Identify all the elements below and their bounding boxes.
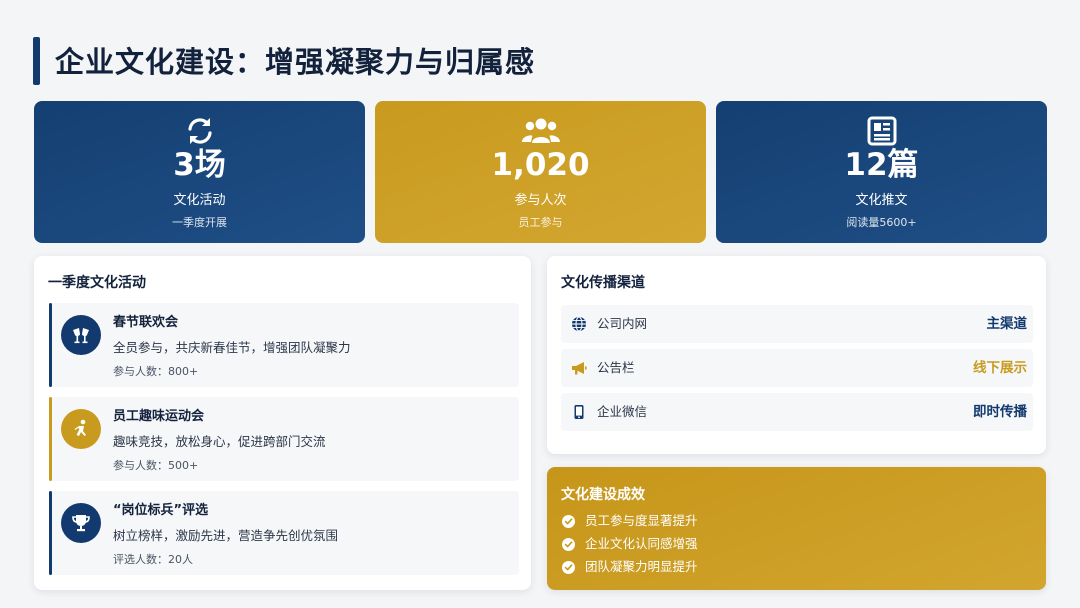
activity-item: 员工趣味运动会 趣味竞技，放松身心，促进跨部门交流 参与人数：500+ bbox=[49, 397, 519, 481]
activities-card: 一季度文化活动 春节联欢会 全员参与，共庆新春佳节，增强团队凝聚力 参与人数：8… bbox=[34, 256, 531, 590]
activity-item: “岗位标兵”评选 树立榜样，激励先进，营造争先创优氛围 评选人数：20人 bbox=[49, 491, 519, 575]
channels-title: 文化传播渠道 bbox=[561, 275, 645, 291]
running-icon bbox=[61, 409, 101, 449]
effect-item: 员工参与度显著提升 bbox=[562, 512, 698, 530]
activity-desc: 全员参与，共庆新春佳节，增强团队凝聚力 bbox=[113, 340, 351, 355]
activity-accent-bar bbox=[49, 303, 52, 387]
stat-value: 3场 bbox=[173, 147, 226, 183]
page-title: 企业文化建设：增强凝聚力与归属感 bbox=[55, 45, 536, 79]
activity-name: 员工趣味运动会 bbox=[113, 409, 205, 424]
channel-name: 公告栏 bbox=[597, 360, 635, 375]
check-circle-icon bbox=[562, 537, 575, 551]
stat-label: 参与人次 bbox=[514, 193, 567, 208]
refresh-icon bbox=[34, 115, 365, 147]
channel-tag: 即时传播 bbox=[973, 404, 1027, 420]
effect-item: 企业文化认同感增强 bbox=[562, 535, 698, 553]
effect-text: 团队凝聚力明显提升 bbox=[585, 559, 698, 574]
stat-sub: 一季度开展 bbox=[172, 216, 227, 229]
stat-card-articles: 12篇 文化推文 阅读量5600+ bbox=[716, 101, 1047, 243]
stat-card-activities: 3场 文化活动 一季度开展 bbox=[34, 101, 365, 243]
newspaper-icon bbox=[716, 115, 1047, 147]
channel-tag: 线下展示 bbox=[973, 360, 1027, 376]
stat-value: 12篇 bbox=[844, 147, 919, 183]
megaphone-icon bbox=[570, 359, 588, 377]
channels-card: 文化传播渠道 公司内网 主渠道 公告栏 线下展示 企业微信 即时传播 bbox=[547, 256, 1046, 454]
globe-icon bbox=[570, 315, 588, 333]
activity-desc: 树立榜样，激励先进，营造争先创优氛围 bbox=[113, 528, 339, 543]
people-icon bbox=[375, 115, 706, 147]
channel-row: 企业微信 即时传播 bbox=[561, 393, 1033, 431]
title-accent-bar bbox=[33, 37, 40, 85]
cheers-icon bbox=[61, 315, 101, 355]
effect-text: 企业文化认同感增强 bbox=[585, 536, 698, 551]
activity-name: “岗位标兵”评选 bbox=[113, 503, 209, 518]
stat-sub: 员工参与 bbox=[518, 216, 563, 229]
activity-accent-bar bbox=[49, 491, 52, 575]
stat-card-participants: 1,020 参与人次 员工参与 bbox=[375, 101, 706, 243]
activity-count: 评选人数：20人 bbox=[113, 553, 193, 566]
channel-row: 公告栏 线下展示 bbox=[561, 349, 1033, 387]
trophy-icon bbox=[61, 503, 101, 543]
channel-tag: 主渠道 bbox=[986, 316, 1028, 332]
activity-count: 参与人数：800+ bbox=[113, 365, 199, 378]
effects-title: 文化建设成效 bbox=[561, 487, 645, 503]
mobile-icon bbox=[570, 403, 588, 421]
channel-row: 公司内网 主渠道 bbox=[561, 305, 1033, 343]
effects-card: 文化建设成效 员工参与度显著提升 企业文化认同感增强 团队凝聚力明显提升 bbox=[547, 467, 1046, 590]
stat-value: 1,020 bbox=[491, 147, 590, 183]
check-circle-icon bbox=[562, 514, 575, 528]
stat-label: 文化推文 bbox=[855, 193, 908, 208]
effect-text: 员工参与度显著提升 bbox=[585, 513, 698, 528]
activities-title: 一季度文化活动 bbox=[48, 275, 146, 291]
stat-sub: 阅读量5600+ bbox=[846, 216, 917, 229]
channel-name: 企业微信 bbox=[597, 404, 648, 419]
stat-label: 文化活动 bbox=[173, 193, 226, 208]
activity-name: 春节联欢会 bbox=[113, 315, 179, 330]
activity-item: 春节联欢会 全员参与，共庆新春佳节，增强团队凝聚力 参与人数：800+ bbox=[49, 303, 519, 387]
check-circle-icon bbox=[562, 560, 575, 574]
channel-name: 公司内网 bbox=[597, 316, 648, 331]
activity-count: 参与人数：500+ bbox=[113, 459, 199, 472]
activity-desc: 趣味竞技，放松身心，促进跨部门交流 bbox=[113, 434, 326, 449]
effect-item: 团队凝聚力明显提升 bbox=[562, 558, 698, 576]
activity-accent-bar bbox=[49, 397, 52, 481]
